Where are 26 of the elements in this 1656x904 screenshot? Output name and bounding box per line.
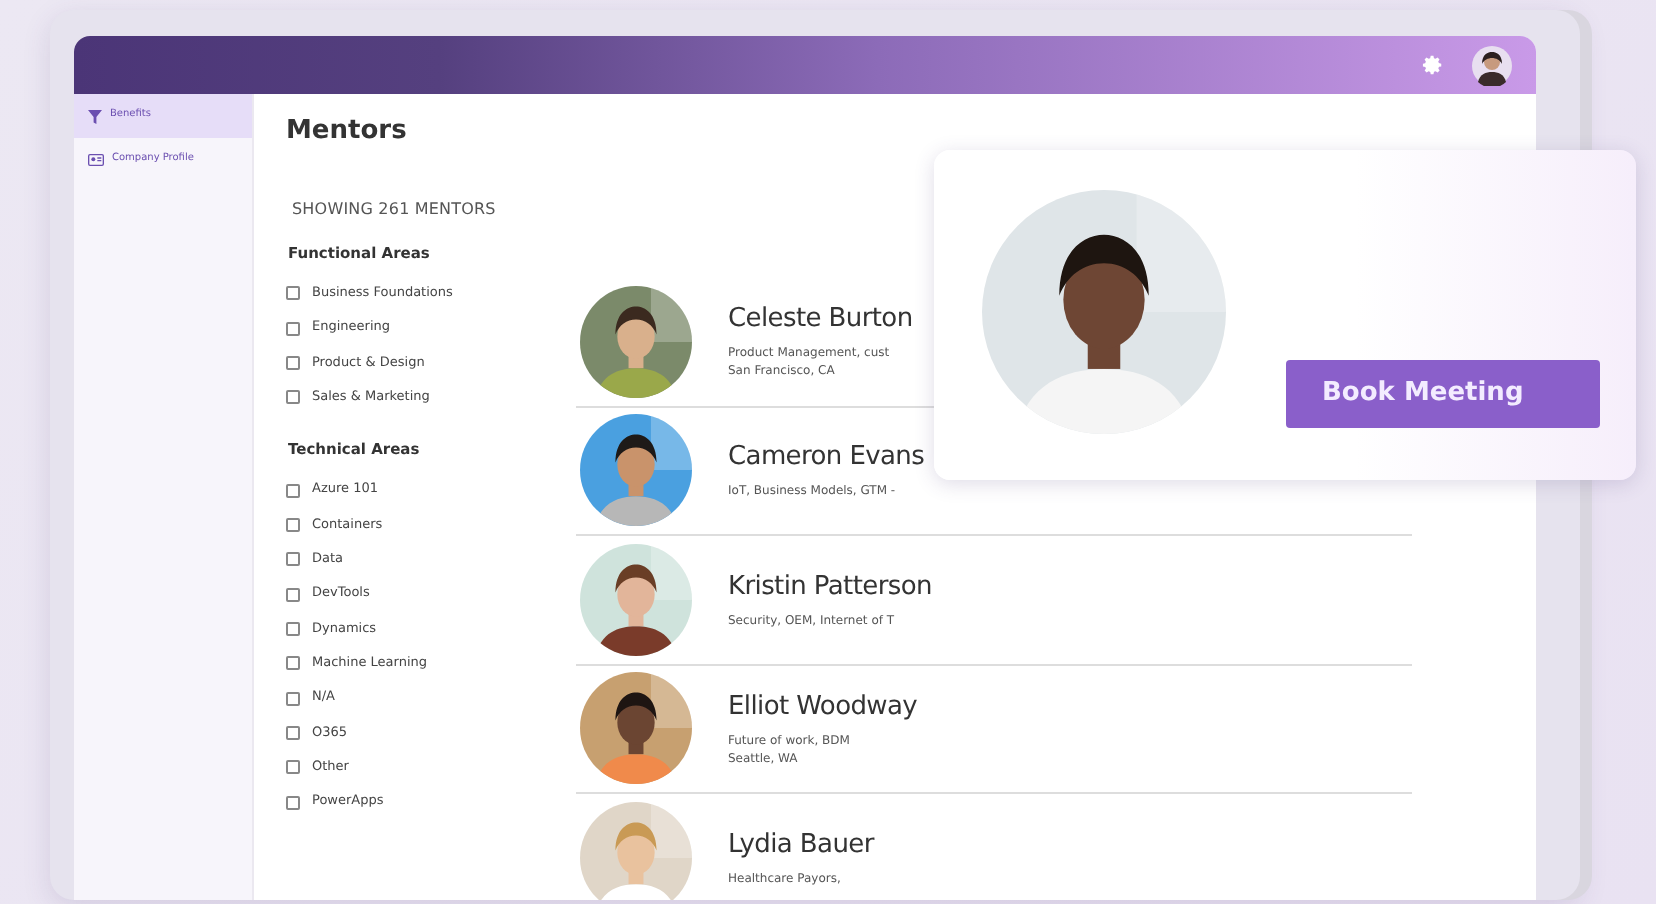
checkbox[interactable] — [286, 725, 300, 740]
page-title: Mentors — [286, 114, 409, 150]
user-avatar[interactable] — [1472, 45, 1512, 85]
checkbox[interactable] — [286, 795, 300, 809]
checkbox[interactable] — [286, 286, 300, 301]
checkbox[interactable] — [286, 390, 300, 405]
mentor-name: Cameron Evans — [728, 440, 925, 477]
result-count: SHOWING 261 MENTORS — [292, 198, 498, 222]
settings-icon[interactable] — [1422, 54, 1444, 76]
mentor-name: Lydia Bauer — [728, 827, 874, 864]
checkbox[interactable] — [286, 691, 300, 706]
filter-icon — [88, 109, 102, 123]
checkbox[interactable] — [286, 355, 300, 370]
mentor-name: Kristin Patterson — [728, 569, 932, 606]
mentor-name: Elliot Woodway — [728, 689, 918, 726]
checkbox[interactable] — [286, 760, 300, 775]
book-meeting-button[interactable]: Book Meeting — [1286, 360, 1600, 428]
checkbox[interactable] — [286, 518, 300, 533]
checkbox[interactable] — [286, 552, 300, 567]
checkbox[interactable] — [286, 656, 300, 671]
checkbox[interactable] — [286, 483, 300, 498]
checkbox[interactable] — [286, 321, 300, 336]
checkbox[interactable] — [286, 622, 300, 637]
id-card-icon — [88, 154, 104, 166]
checkbox[interactable] — [286, 587, 300, 602]
mentor-name: Celeste Burton — [728, 302, 913, 339]
